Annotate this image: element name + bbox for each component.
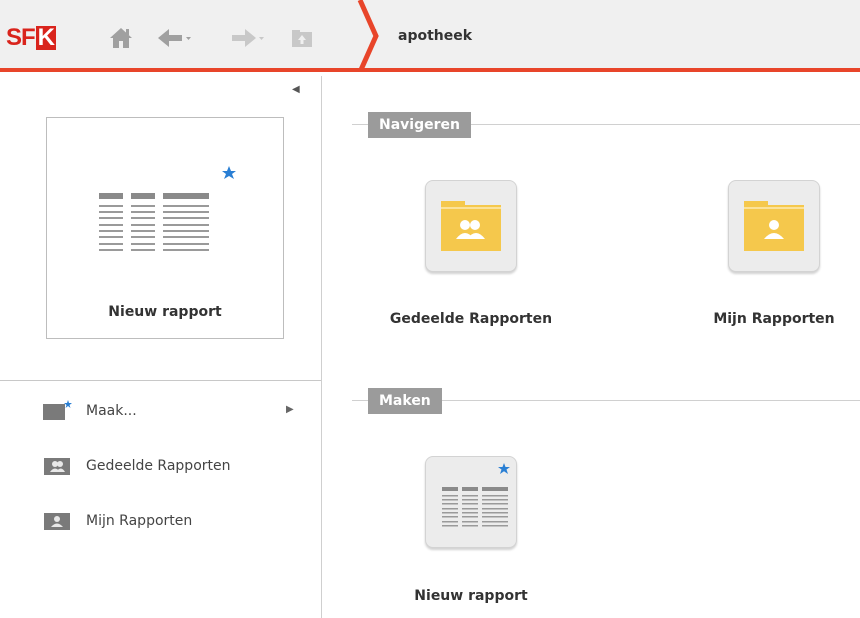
user-folder-icon [744,201,804,251]
sidebar-item-mijn-rapporten[interactable]: Mijn Rapporten [42,509,192,533]
sfk-logo: SF K [6,24,57,51]
sidebar-item-label: Mijn Rapporten [86,513,193,529]
section-title-maken: Maken [368,388,442,414]
sidebar: ◀ Nieuw rapport Maak... ▶ Gedeelde Rappo… [0,76,322,618]
new-report-card-label: Nieuw rapport [108,304,222,320]
tile-label-nieuw-rapport[interactable]: Nieuw rapport [372,588,570,604]
section-title-navigeren: Navigeren [368,112,471,138]
tile-mijn-rapporten[interactable] [728,180,820,272]
tile-label-mijn-rapporten[interactable]: Mijn Rapporten [690,311,858,327]
new-item-icon [42,400,72,422]
collapse-sidebar-icon[interactable]: ◀ [292,84,300,95]
new-report-icon [99,166,236,251]
new-report-icon [442,463,510,527]
submenu-arrow-icon[interactable]: ▶ [286,404,294,415]
back-arrow-icon [156,26,196,50]
top-toolbar: SF K apotheek [0,0,860,72]
shared-folder-icon [441,201,501,251]
shared-folder-icon [42,455,72,477]
folder-up-button[interactable] [290,24,314,52]
home-icon [108,26,134,50]
forward-button[interactable] [228,24,268,52]
tile-gedeelde-rapporten[interactable] [425,180,517,272]
breadcrumb-current[interactable]: apotheek [398,28,472,44]
logo-text: SF [6,24,36,51]
tile-nieuw-rapport[interactable] [425,456,517,548]
sidebar-item-label: Maak... [86,403,137,419]
sidebar-divider [0,380,321,381]
tile-label-gedeelde-rapporten[interactable]: Gedeelde Rapporten [372,311,570,327]
new-report-card[interactable]: Nieuw rapport [46,117,284,339]
sidebar-item-label: Gedeelde Rapporten [86,458,231,474]
user-folder-icon [42,510,72,532]
logo-k: K [35,24,57,51]
sidebar-item-gedeelde-rapporten[interactable]: Gedeelde Rapporten [42,454,230,478]
sidebar-item-maak[interactable]: Maak... [42,399,137,423]
folder-up-icon [290,27,314,49]
home-button[interactable] [108,24,134,52]
back-button[interactable] [156,24,196,52]
forward-arrow-icon [228,26,268,50]
breadcrumb-separator [357,0,379,72]
